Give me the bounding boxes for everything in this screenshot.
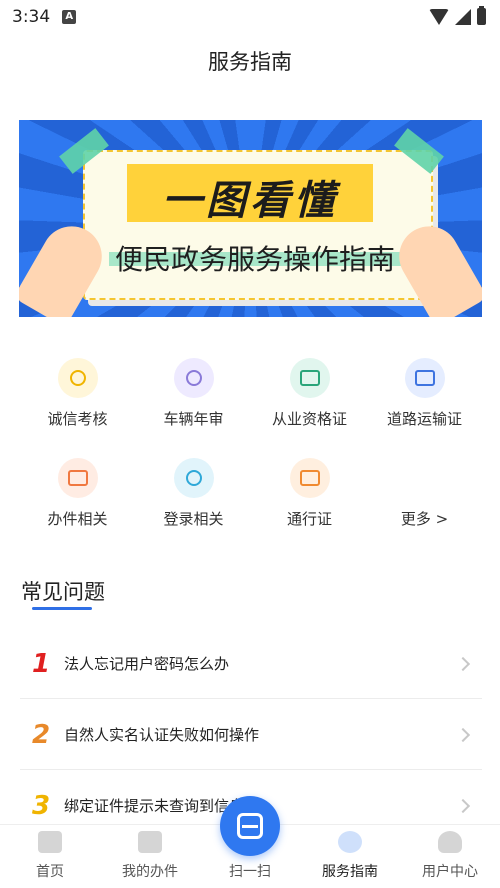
signal-icon [455,8,471,25]
service-label: 车辆年审 [163,410,224,428]
tab-label: 扫一扫 [229,864,271,880]
service-label: 从业资格证 [271,410,347,428]
tab-user-center[interactable]: 用户中心 [400,831,500,881]
service-more[interactable]: 更多 > [362,450,487,529]
faq-item[interactable]: 2 自然人实名认证失败如何操作 [20,700,482,770]
faq-number: 2 [32,719,51,750]
service-label: 办件相关 [47,510,108,528]
certificate-icon [289,358,330,398]
stamp-icon [173,358,214,398]
faq-title-underline [32,607,92,610]
faq-question: 自然人实名认证失败如何操作 [64,726,260,744]
service-transport-cert[interactable]: 道路运输证 [362,350,487,429]
badge-icon [57,358,98,398]
faq-title: 常见问题 [21,580,105,604]
id-card-icon [289,458,330,498]
tab-service-guide[interactable]: 服务指南 [300,831,400,881]
home-icon [38,831,62,853]
tab-label: 我的办件 [122,864,178,880]
tab-my-cases[interactable]: 我的办件 [100,831,200,881]
service-label: 登录相关 [163,510,224,528]
status-bar: 3:34 A [0,0,500,34]
tab-home[interactable]: 首页 [0,831,100,881]
service-vehicle-inspection[interactable]: 车辆年审 [131,350,256,429]
document-icon [138,831,162,853]
user-icon [173,458,214,498]
user-icon [438,831,462,853]
more-spacer [405,458,445,498]
compass-icon [338,831,362,853]
tab-label: 用户中心 [422,864,478,880]
service-label: 道路运输证 [386,410,462,428]
battery-icon [477,6,486,25]
faq-item[interactable]: 1 法人忘记用户密码怎么办 [20,629,482,699]
tab-label: 服务指南 [322,864,378,880]
tab-label: 首页 [36,864,64,880]
faq-question: 法人忘记用户密码怎么办 [64,655,230,673]
status-indicators [429,6,486,25]
chevron-right-icon [455,656,471,671]
vehicle-card-icon [404,358,445,398]
chevron-right-icon [455,798,471,813]
scan-button[interactable] [220,796,280,856]
folder-icon [57,458,98,498]
banner-headline: 一图看懂 [162,178,338,224]
more-link[interactable]: 更多 > [362,508,487,529]
chevron-right-icon [455,727,471,742]
service-pass[interactable]: 通行证 [247,450,372,529]
service-label: 诚信考核 [47,410,108,428]
service-case-related[interactable]: 办件相关 [15,450,140,529]
service-login-related[interactable]: 登录相关 [131,450,256,529]
banner-subtitle: 便民政务服务操作指南 [114,243,395,276]
service-label: 通行证 [286,510,332,528]
guide-banner[interactable]: 一图看懂 便民政务服务操作指南 [19,120,482,317]
status-time: 3:34 [12,7,51,27]
page-title: 服务指南 [208,50,292,74]
wifi-icon [429,8,449,25]
faq-number: 1 [32,648,51,679]
service-credit-assessment[interactable]: 诚信考核 [15,350,140,429]
scan-icon [237,813,263,839]
service-qualification-cert[interactable]: 从业资格证 [247,350,372,429]
notification-icon: A [62,10,77,24]
faq-number: 3 [32,790,51,821]
